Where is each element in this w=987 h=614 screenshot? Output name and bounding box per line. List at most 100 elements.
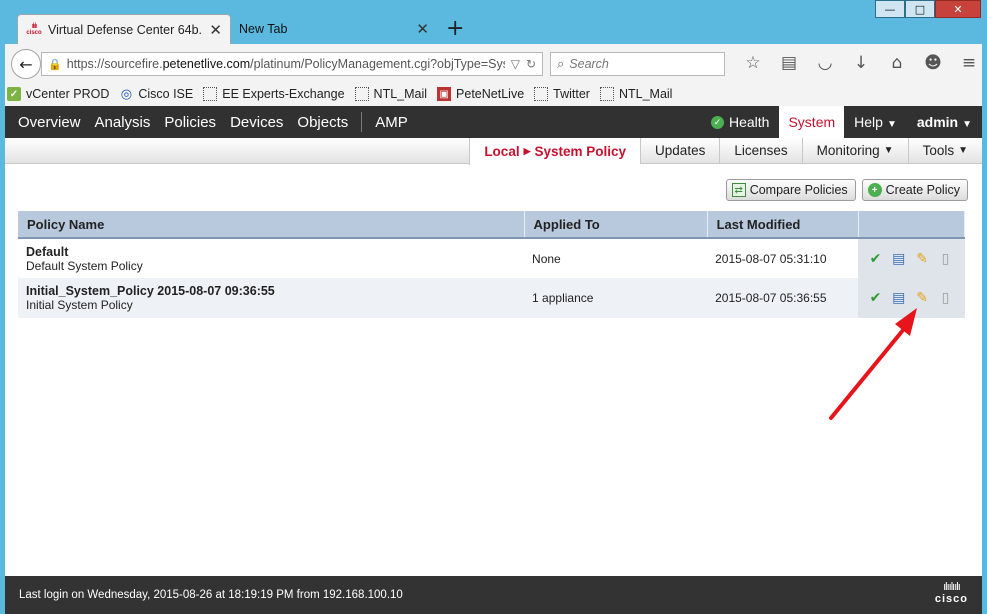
caret-down-icon: ▼: [886, 119, 897, 130]
back-arrow-icon[interactable]: ←: [11, 49, 41, 79]
subnav-licenses[interactable]: Licenses: [719, 138, 801, 163]
bookmark-ntl-mail-2[interactable]: NTL_Mail: [599, 87, 672, 101]
search-input[interactable]: ⌕ Search: [550, 52, 725, 76]
report-icon[interactable]: ▤: [890, 251, 908, 267]
applied-to-cell: 1 appliance: [524, 278, 708, 318]
search-placeholder: Search: [569, 57, 609, 71]
nav-policies[interactable]: Policies: [157, 114, 223, 131]
nav-devices[interactable]: Devices: [223, 114, 290, 131]
bookmark-twitter[interactable]: Twitter: [534, 87, 590, 101]
bookmark-cisco-ise[interactable]: ◎ Cisco ISE: [119, 86, 194, 102]
url-text: https://sourcefire.petenetlive.com/plati…: [66, 57, 505, 71]
table-row: Default Default System Policy None 2015-…: [18, 238, 965, 278]
smiley-icon[interactable]: ☻: [915, 51, 951, 75]
petenetlive-icon: ▣: [437, 87, 452, 101]
caret-down-icon: ▼: [958, 145, 968, 156]
add-icon: +: [867, 183, 882, 197]
subnav-local-system-policy[interactable]: Local ▶ System Policy: [469, 138, 641, 165]
nav-health[interactable]: ✓ Health: [701, 114, 779, 130]
health-ok-icon: ✓: [711, 115, 724, 129]
close-tab-icon[interactable]: ✕: [416, 20, 429, 38]
bookmark-petenetlive[interactable]: ▣ PeteNetLive: [437, 87, 524, 101]
policy-description: Default System Policy: [26, 258, 143, 273]
row-actions: ✔ ▤ ✎ ▯: [858, 278, 965, 318]
nav-user-admin[interactable]: admin ▼: [907, 114, 982, 130]
nav-right: ✓ Health System Help ▼ admin ▼: [701, 106, 982, 138]
page-icon: [203, 87, 218, 101]
table-header: Policy Name Applied To Last Modified: [18, 211, 966, 239]
cisco-favicon-icon: ılıılı cisco: [26, 22, 42, 36]
delete-trash-icon[interactable]: ▯: [936, 290, 954, 306]
caret-down-icon: ▼: [962, 119, 972, 130]
compare-policies-button[interactable]: ⇄ Compare Policies: [725, 179, 856, 201]
edit-pencil-icon[interactable]: ✎: [913, 251, 931, 267]
policy-name: Initial_System_Policy 2015-08-07 09:36:5…: [26, 284, 275, 298]
cisco-logo: ılıılıılı cisco: [934, 581, 968, 605]
browser-toolbar: ← 🔒 https://sourcefire.petenetlive.com/p…: [0, 44, 987, 82]
new-tab-plus-icon[interactable]: +: [446, 16, 464, 41]
column-header-policy-name[interactable]: Policy Name: [18, 211, 525, 239]
nav-help[interactable]: Help ▼: [844, 114, 907, 130]
nav-overview[interactable]: Overview: [5, 114, 88, 131]
page-icon: [534, 87, 549, 101]
cisco-ise-icon: ◎: [120, 86, 133, 102]
apply-check-icon[interactable]: ✔: [866, 290, 884, 306]
nav-analysis[interactable]: Analysis: [88, 114, 158, 131]
download-icon[interactable]: ↓: [843, 51, 879, 75]
lock-icon: 🔒: [48, 57, 62, 71]
page-icon: [599, 87, 614, 101]
address-bar[interactable]: 🔒 https://sourcefire.petenetlive.com/pla…: [41, 52, 543, 76]
delete-trash-icon: ▯: [941, 250, 950, 267]
toolbar-icons: ☆ ▤ ◡ ↓ ⌂ ☻ ≡: [735, 51, 987, 75]
nav-system[interactable]: System: [779, 106, 845, 138]
edit-pencil-icon[interactable]: ✎: [913, 290, 931, 306]
bookmark-experts-exchange[interactable]: EE Experts-Exchange: [203, 87, 345, 101]
tab-new-tab[interactable]: New Tab ✕: [231, 14, 437, 44]
row-actions: ✔ ▤ ✎ ▯: [858, 238, 965, 278]
menu-icon[interactable]: ≡: [951, 51, 987, 75]
nav-objects[interactable]: Objects: [290, 114, 355, 131]
bookmark-star-icon[interactable]: ☆: [735, 51, 771, 75]
bookmark-ntl-mail[interactable]: NTL_Mail: [354, 87, 427, 101]
main-nav: Overview Analysis Policies Devices Objec…: [5, 106, 982, 138]
nav-divider: [361, 112, 363, 132]
reload-icon[interactable]: ↻: [526, 57, 536, 71]
nav-amp[interactable]: AMP: [368, 114, 415, 131]
sub-nav: Local ▶ System Policy Updates Licenses Mon…: [5, 138, 982, 165]
tab-virtual-defense-center[interactable]: ılıılı cisco Virtual Defense Center 64b.…: [17, 14, 231, 44]
tab-title: New Tab: [239, 22, 288, 36]
last-modified-cell: 2015-08-07 05:31:10: [707, 238, 859, 278]
create-policy-button[interactable]: + Create Policy: [861, 179, 968, 201]
firesight-app: Overview Analysis Policies Devices Objec…: [5, 106, 982, 614]
bookmarks-bar: ✓ vCenter PROD ◎ Cisco ISE EE Experts-Exch…: [0, 82, 987, 106]
last-login-text: Last login on Wednesday, 2015-08-26 at 1…: [19, 589, 403, 601]
policy-description: Initial System Policy: [26, 298, 133, 312]
column-header-last-modified[interactable]: Last Modified: [707, 211, 859, 239]
tab-bar: ılıılı cisco Virtual Defense Center 64b.…: [0, 14, 987, 44]
url-dropdown-icon[interactable]: ▽: [511, 57, 520, 71]
report-icon[interactable]: ▤: [890, 290, 908, 306]
caret-down-icon: ▼: [883, 145, 894, 156]
compare-icon: ⇄: [731, 183, 746, 197]
page-icon: [354, 87, 369, 101]
table-row: Initial_System_Policy 2015-08-07 09:36:5…: [18, 278, 965, 318]
applied-to-cell: None: [524, 238, 708, 278]
column-header-applied-to[interactable]: Applied To: [524, 211, 708, 239]
subnav-updates[interactable]: Updates: [640, 138, 719, 163]
bookmark-vcenter[interactable]: ✓ vCenter PROD: [7, 87, 109, 101]
column-header-actions: [858, 211, 966, 239]
search-icon: ⌕: [557, 56, 565, 72]
subnav-tools[interactable]: Tools ▼: [907, 138, 982, 163]
home-icon[interactable]: ⌂: [879, 51, 915, 75]
policy-name-cell: Default Default System Policy: [18, 238, 525, 278]
last-modified-cell: 2015-08-07 05:36:55: [707, 278, 859, 318]
close-tab-icon[interactable]: ✕: [209, 21, 222, 39]
subnav-monitoring[interactable]: Monitoring ▼: [801, 138, 908, 163]
policy-table: Policy Name Applied To Last Modified Def…: [18, 211, 966, 318]
footer: Last login on Wednesday, 2015-08-26 at 1…: [5, 576, 982, 614]
reading-list-icon[interactable]: ▤: [771, 51, 807, 75]
pocket-icon[interactable]: ◡: [807, 51, 843, 75]
vcenter-icon: ✓: [7, 87, 21, 101]
apply-check-icon[interactable]: ✔: [866, 251, 884, 267]
policy-actions: ⇄ Compare Policies + Create Policy: [720, 179, 968, 201]
